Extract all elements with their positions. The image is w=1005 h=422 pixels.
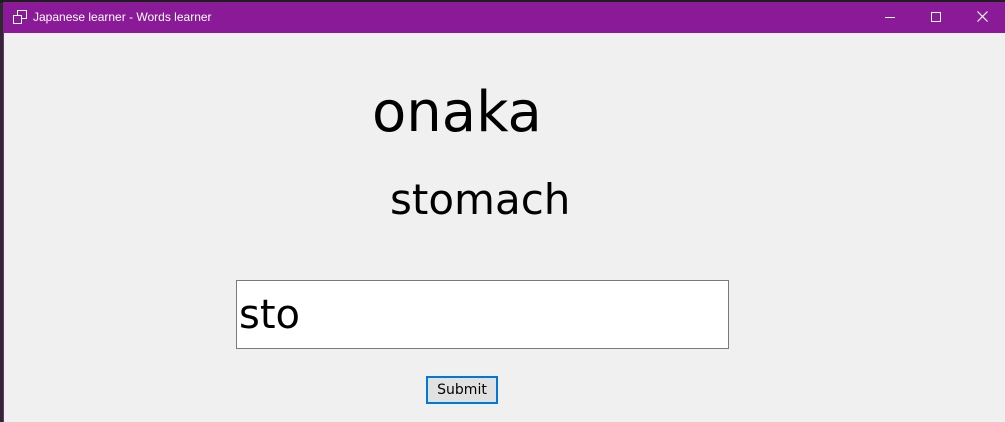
app-window: Japanese learner - Words learner onaka s… [3, 2, 1005, 422]
minimize-button[interactable] [867, 2, 913, 33]
japanese-word: onaka [372, 80, 542, 145]
maximize-icon [931, 9, 941, 27]
title-bar[interactable]: Japanese learner - Words learner [4, 2, 1005, 33]
minimize-icon [885, 9, 895, 27]
window-title: Japanese learner - Words learner [33, 10, 212, 24]
english-translation: stomach [390, 175, 571, 224]
maximize-button[interactable] [913, 2, 959, 33]
submit-button[interactable]: Submit [426, 376, 498, 404]
close-button[interactable] [959, 2, 1005, 33]
answer-input[interactable] [236, 280, 729, 349]
app-window-icon [13, 10, 27, 24]
close-icon [976, 9, 988, 27]
